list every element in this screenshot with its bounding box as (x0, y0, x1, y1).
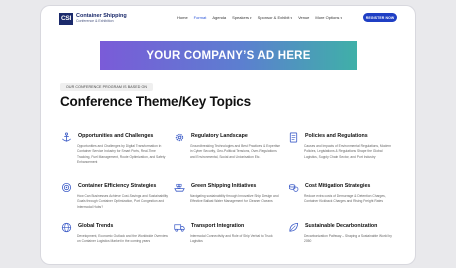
truck-icon (173, 221, 185, 233)
target-icon (60, 181, 72, 193)
nav-item-label: Venue (298, 15, 310, 20)
topic-title: Green Shipping Initiatives (191, 183, 257, 189)
chevron-down-icon: ▾ (290, 16, 293, 20)
gear-icon (173, 131, 185, 143)
site-logo[interactable]: CSI Container Shipping Conference & Exhi… (59, 12, 127, 25)
logo-text: Container Shipping Conference & Exhibiti… (76, 13, 127, 24)
ship-icon (173, 181, 185, 193)
topic-description: Intermodal Connectivity and Role of Ship… (190, 234, 273, 244)
ad-banner[interactable]: YOUR COMPANY’S AD HERE (100, 41, 357, 70)
network-icon (173, 263, 185, 264)
topic-description: Reduce extra costs of Demurrage & Detent… (304, 194, 386, 204)
page-title: Conference Theme/Key Topics (60, 94, 251, 109)
nav-item-agenda[interactable]: Agenda (212, 15, 226, 20)
coins-icon (287, 181, 299, 193)
chart-icon (60, 263, 72, 264)
topic-title: Policies and Regulations (305, 133, 368, 139)
container-icon (287, 263, 299, 264)
topic-description: Development, Economic Outlook and the Wo… (77, 234, 168, 244)
program-label: OUR CONFERENCE PROGRAM IS BASED ON (60, 83, 154, 91)
chevron-down-icon: ▾ (250, 16, 252, 20)
nav-item-label: Home (177, 15, 188, 20)
nav-item-label: Sponsor & Exhibit (257, 15, 290, 20)
leaf-icon (287, 221, 299, 233)
topic-description: Groundbreaking Technologies and Best Pra… (190, 144, 280, 159)
top-navigation: CSI Container Shipping Conference & Exhi… (41, 6, 415, 30)
topic-title: Regulatory Landscape (191, 133, 248, 139)
topic-title: Global Trends (78, 223, 114, 229)
nav-item-venue[interactable]: Venue (298, 15, 309, 20)
nav-item-label: Agenda (212, 15, 227, 20)
topic-title: Opportunities and Challenges (78, 133, 154, 139)
topic-description: How Can Businesses Achieve Cost-Savings … (77, 194, 169, 209)
chevron-down-icon: ▾ (340, 16, 343, 20)
register-now-button[interactable]: REGISTER NOW (363, 13, 397, 22)
main-menu: Home Format Agenda Speakers▾ Sponsor & Exhib… (177, 15, 342, 20)
nav-item-label: Speakers (232, 15, 250, 20)
nav-item-speakers[interactable]: Speakers▾ (232, 15, 252, 20)
topic-title: Transport Integration (191, 223, 245, 229)
topic-description: Decarbonization Pathway – Shaping a Sust… (304, 234, 392, 244)
topic-title: Cost Mitigation Strategies (305, 183, 371, 189)
nav-item-label: Format (193, 15, 207, 20)
topic-title: Container Efficiency Strategies (78, 183, 157, 189)
nav-item-format[interactable]: Format (194, 15, 207, 20)
nav-item-label: More Options (315, 15, 340, 20)
browser-frame: CSI Container Shipping Conference & Exhi… (41, 6, 415, 264)
globe-icon (60, 221, 72, 233)
nav-item-more-options[interactable]: More Options▾ (315, 15, 342, 20)
topic-description: Causes and Impacts of Environmental Regu… (304, 144, 392, 159)
topic-title: Sustainable Decarbonization (305, 223, 378, 229)
nav-item-sponsor-exhibit[interactable]: Sponsor & Exhibit▾ (258, 15, 292, 20)
anchor-icon (60, 131, 72, 143)
topic-description: Opportunities and Challenges by Digital … (77, 144, 166, 165)
topic-description: Navigating sustainability through Innova… (190, 194, 279, 204)
nav-item-home[interactable]: Home (177, 15, 188, 20)
document-icon (287, 131, 299, 143)
logo-mark: CSI (59, 12, 73, 25)
logo-subtitle: Conference & Exhibition (76, 19, 114, 23)
